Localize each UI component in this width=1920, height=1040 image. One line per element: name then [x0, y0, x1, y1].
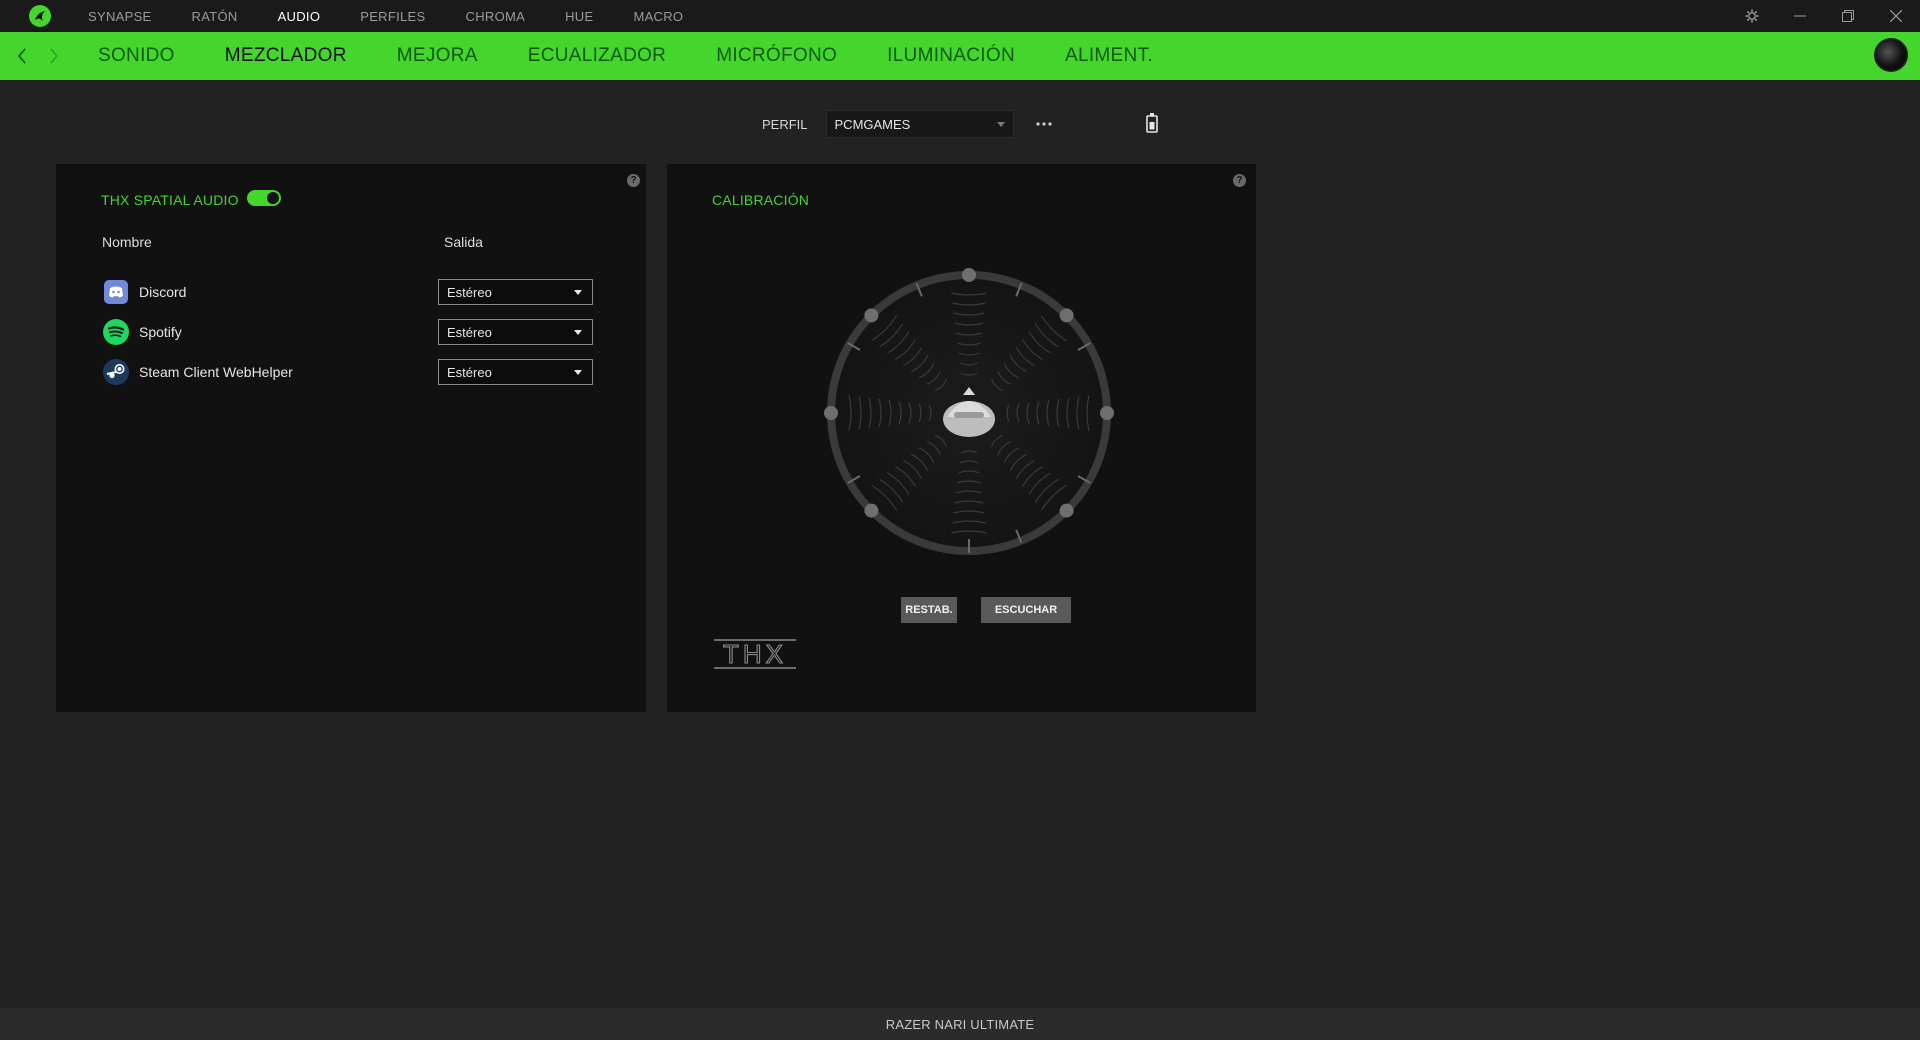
- output-select-value: Estéreo: [447, 364, 492, 380]
- status-bar: RAZER NARI ULTIMATE: [0, 1008, 1920, 1040]
- tab-ecualizador[interactable]: ECUALIZADOR: [528, 45, 666, 67]
- restore-icon[interactable]: [1824, 0, 1872, 32]
- speaker-position-handle: [1059, 308, 1074, 323]
- razer-logo-icon[interactable]: [26, 2, 54, 30]
- top-nav-raton[interactable]: RATÓN: [192, 9, 238, 24]
- chevron-down-icon: [996, 122, 1005, 127]
- output-select-value: Estéreo: [447, 324, 492, 340]
- tab-sonido[interactable]: SONIDO: [98, 45, 175, 67]
- more-options-icon[interactable]: [1032, 114, 1056, 134]
- output-select-steam[interactable]: Estéreo: [438, 359, 593, 385]
- settings-gear-icon[interactable]: [1728, 0, 1776, 32]
- column-header-output: Salida: [444, 234, 483, 250]
- profile-row: PERFIL PCMGAMES: [762, 110, 1056, 138]
- thx-spatial-audio-toggle[interactable]: [247, 190, 281, 206]
- profile-select[interactable]: PCMGAMES: [825, 110, 1014, 138]
- reset-button[interactable]: RESTAB.: [901, 597, 957, 623]
- profile-label: PERFIL: [762, 116, 808, 132]
- avatar[interactable]: [1874, 38, 1908, 72]
- listen-button[interactable]: ESCUCHAR: [981, 597, 1071, 623]
- speaker-position-handle: [864, 308, 879, 323]
- spotify-icon: [102, 318, 130, 346]
- help-icon[interactable]: ?: [627, 174, 640, 187]
- calibration-panel: ? CALIBRACIÓN RESTAB. ESCUCHAR THX: [667, 164, 1256, 712]
- discord-icon: [102, 278, 130, 306]
- tab-microfono[interactable]: MICRÓFONO: [716, 45, 837, 67]
- toggle-knob: [267, 192, 279, 204]
- help-icon[interactable]: ?: [1233, 174, 1246, 187]
- sub-nav: SONIDO MEZCLADOR MEJORA ECUALIZADOR MICR…: [0, 32, 1920, 80]
- chevron-down-icon: [574, 370, 582, 375]
- svg-text:THX: THX: [723, 639, 787, 669]
- output-select-spotify[interactable]: Estéreo: [438, 319, 593, 345]
- column-header-name: Nombre: [102, 234, 152, 250]
- speaker-position-handle: [824, 406, 838, 420]
- device-name: RAZER NARI ULTIMATE: [885, 1016, 1035, 1032]
- mixer-panel: ? THX SPATIAL AUDIO Nombre Salida Discor…: [56, 164, 646, 712]
- calibration-dial[interactable]: [823, 267, 1115, 559]
- thx-logo: THX: [714, 638, 796, 670]
- forward-arrow-icon[interactable]: [38, 32, 70, 80]
- top-nav-perfiles[interactable]: PERFILES: [360, 9, 425, 24]
- top-nav-hue[interactable]: HUE: [565, 9, 593, 24]
- output-select-value: Estéreo: [447, 284, 492, 300]
- minimize-icon[interactable]: [1776, 0, 1824, 32]
- output-select-discord[interactable]: Estéreo: [438, 279, 593, 305]
- calibration-title: CALIBRACIÓN: [712, 192, 810, 208]
- thx-spatial-audio-title: THX SPATIAL AUDIO: [101, 192, 239, 208]
- tab-iluminacion[interactable]: ILUMINACIÓN: [887, 45, 1015, 67]
- chevron-down-icon: [574, 330, 582, 335]
- battery-icon: [1146, 112, 1158, 134]
- steam-icon: [102, 358, 130, 386]
- top-nav-synapse[interactable]: SYNAPSE: [88, 9, 152, 24]
- tab-aliment[interactable]: ALIMENT.: [1065, 45, 1153, 67]
- sub-nav-tabs: SONIDO MEZCLADOR MEJORA ECUALIZADOR MICR…: [98, 45, 1203, 67]
- app-name: Discord: [139, 284, 187, 300]
- top-nav-audio[interactable]: AUDIO: [278, 9, 321, 24]
- top-nav-macro[interactable]: MACRO: [633, 9, 683, 24]
- speaker-position-handle: [962, 268, 976, 282]
- top-nav: SYNAPSE RATÓN AUDIO PERFILES CHROMA HUE …: [88, 0, 723, 32]
- profile-select-value: PCMGAMES: [834, 116, 911, 132]
- speaker-position-handle: [1100, 406, 1114, 420]
- tab-mezclador[interactable]: MEZCLADOR: [225, 45, 347, 67]
- title-bar: SYNAPSE RATÓN AUDIO PERFILES CHROMA HUE …: [0, 0, 1920, 32]
- top-nav-chroma[interactable]: CHROMA: [466, 9, 526, 24]
- speaker-position-handle: [864, 503, 879, 518]
- app-name: Steam Client WebHelper: [139, 364, 293, 380]
- back-arrow-icon[interactable]: [6, 32, 38, 80]
- window-controls: [1728, 0, 1920, 32]
- app-name: Spotify: [139, 324, 182, 340]
- chevron-down-icon: [574, 290, 582, 295]
- speaker-position-handle: [1059, 503, 1074, 518]
- tab-mejora[interactable]: MEJORA: [397, 45, 478, 67]
- close-icon[interactable]: [1872, 0, 1920, 32]
